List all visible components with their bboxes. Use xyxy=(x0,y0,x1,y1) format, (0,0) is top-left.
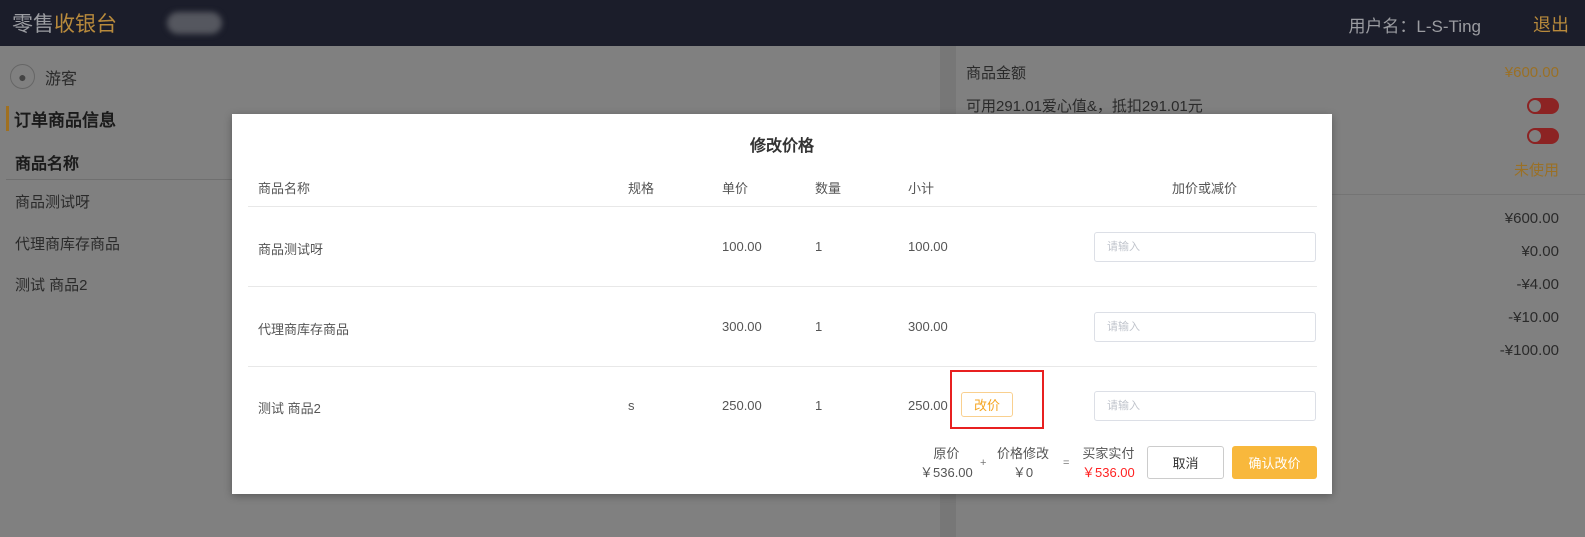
label: 原价 xyxy=(933,446,960,461)
summary-value: ¥600.00 xyxy=(1504,210,1559,227)
cell-spec: s xyxy=(628,398,635,413)
cell-price: 250.00 xyxy=(722,398,762,413)
cell-qty: 1 xyxy=(815,398,823,413)
adjust-input[interactable] xyxy=(1094,232,1316,262)
user-icon: ● xyxy=(10,64,35,89)
cell-qty: 1 xyxy=(815,239,823,254)
cancel-button[interactable]: 取消 xyxy=(1147,446,1224,479)
cell-price: 100.00 xyxy=(722,239,762,254)
summary-value: -¥4.00 xyxy=(1516,276,1559,293)
love-points-toggle[interactable] xyxy=(1527,97,1559,114)
equals-sign: = xyxy=(1063,457,1070,469)
blurred-store-name xyxy=(167,12,222,34)
list-item: 代理商库存商品 xyxy=(15,236,121,253)
col-price: 单价 xyxy=(722,181,749,196)
original-price: 原价 ￥536.00 xyxy=(920,444,973,482)
cell-subtotal: 300.00 xyxy=(908,319,948,334)
value: ￥536.00 xyxy=(1082,465,1135,480)
col-subtotal: 小计 xyxy=(908,181,935,196)
cell-name: 测试 商品2 xyxy=(258,401,321,416)
col-qty: 数量 xyxy=(815,181,842,196)
cell-subtotal: 100.00 xyxy=(908,239,948,254)
username: 用户名：L-S-Ting xyxy=(1348,17,1481,36)
label: 买家实付 xyxy=(1082,446,1135,461)
col-adjust: 加价或减价 xyxy=(1172,181,1238,196)
value: ￥536.00 xyxy=(920,465,973,480)
amount-label: 商品金额 xyxy=(966,65,1027,82)
customer[interactable]: ● 游客 xyxy=(10,64,77,89)
logo: 零售收银台 xyxy=(12,8,117,38)
logo-text: 零售 xyxy=(12,13,54,36)
list-item: 测试 商品2 xyxy=(15,277,88,294)
confirm-price-button[interactable]: 确认改价 xyxy=(1232,446,1317,479)
love-points-label: 可用291.01爱心值&，抵扣291.01元 xyxy=(966,98,1203,115)
discount-toggle[interactable] xyxy=(1527,128,1559,144)
col-name: 商品名称 xyxy=(258,181,311,196)
list-item: 商品测试呀 xyxy=(15,194,91,211)
dialog-title: 修改价格 xyxy=(749,138,814,155)
logout-link[interactable]: 退出 xyxy=(1533,11,1569,37)
cell-name: 商品测试呀 xyxy=(258,242,324,257)
divider xyxy=(248,206,1317,207)
amount-value: ¥600.00 xyxy=(1504,64,1559,81)
customer-name: 游客 xyxy=(45,70,78,88)
buyer-pays: 买家实付 ￥536.00 xyxy=(1082,444,1135,482)
summary-value: -¥10.00 xyxy=(1508,309,1559,326)
summary-value: ¥0.00 xyxy=(1521,243,1559,260)
cell-subtotal: 250.00 xyxy=(908,398,948,413)
section-title: 订单商品信息 xyxy=(6,106,116,131)
divider xyxy=(248,366,1317,367)
plus-sign: + xyxy=(980,457,987,469)
cell-name: 代理商库存商品 xyxy=(258,322,350,337)
col-spec: 规格 xyxy=(628,181,655,196)
value: ￥0 xyxy=(1012,465,1034,480)
cell-price: 300.00 xyxy=(722,319,762,334)
label: 价格修改 xyxy=(997,446,1050,461)
coupon-status[interactable]: 未使用 xyxy=(1514,159,1559,180)
highlight-box xyxy=(950,370,1044,429)
column-header: 商品名称 xyxy=(15,156,80,173)
price-change: 价格修改 ￥0 xyxy=(997,444,1049,482)
adjust-input[interactable] xyxy=(1094,391,1316,421)
logo-accent: 收银台 xyxy=(54,13,117,36)
cell-qty: 1 xyxy=(815,319,823,334)
top-bar: 零售收银台 用户名：L-S-Ting 退出 xyxy=(0,0,1585,46)
edit-price-dialog: 修改价格 商品名称 规格 单价 数量 小计 加价或减价 商品测试呀 100.00… xyxy=(232,114,1332,494)
summary-value: -¥100.00 xyxy=(1499,342,1559,359)
adjust-input[interactable] xyxy=(1094,312,1316,342)
divider xyxy=(248,286,1317,287)
